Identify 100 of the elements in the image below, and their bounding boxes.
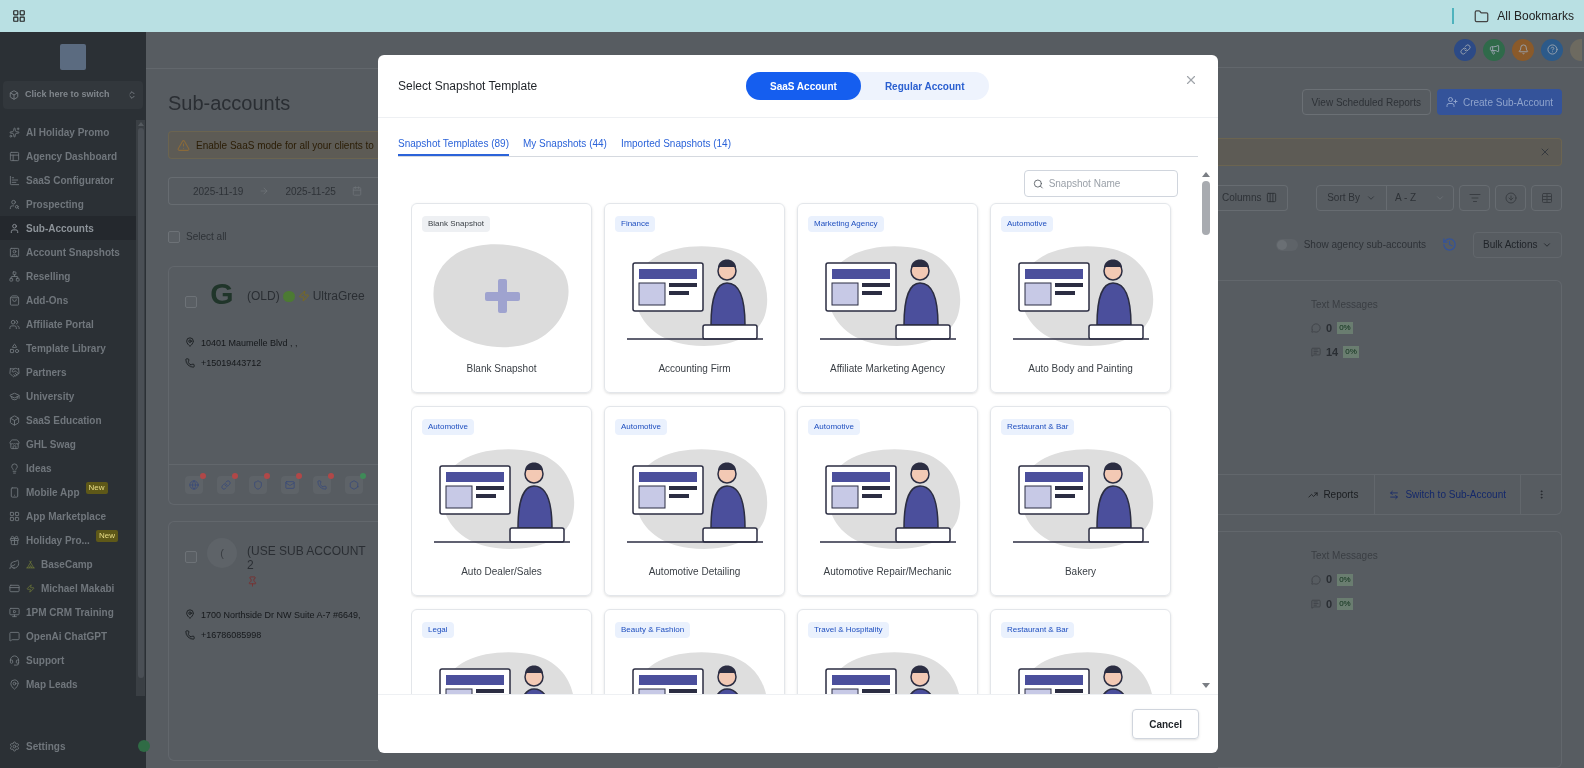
bulk-actions-dropdown[interactable]: Bulk Actions (1473, 231, 1562, 258)
integration-logo-icon (189, 479, 199, 490)
sidebar-label: Support (26, 653, 65, 668)
sidebar-item[interactable]: SaaS Configurator (0, 168, 136, 192)
sidebar-item[interactable]: Reselling (0, 264, 136, 288)
category-tag: Restaurant & Bar (1001, 622, 1075, 638)
integration-logo-icon (285, 479, 295, 490)
sidebar-item[interactable]: App Marketplace (0, 504, 136, 528)
sidebar-item[interactable]: Partners (0, 360, 136, 384)
collapse-handle[interactable] (138, 740, 150, 752)
bell-icon[interactable] (1512, 38, 1534, 61)
bag-icon (9, 294, 20, 306)
template-card[interactable]: Automotive Automotive Repair/Mechanic (797, 406, 978, 596)
category-tag: Beauty & Fashion (615, 622, 691, 638)
account-phone: +15019443712 (201, 356, 262, 370)
sidebar-label: Map Leads (26, 677, 78, 692)
card-icon (9, 582, 20, 594)
template-card[interactable]: Travel & Hospitality (797, 609, 978, 694)
search-icon (1033, 177, 1044, 190)
users-icon (9, 318, 20, 330)
integration-icon[interactable] (281, 475, 299, 494)
cancel-button[interactable]: Cancel (1132, 709, 1199, 739)
template-card[interactable]: Restaurant & Bar (990, 609, 1171, 694)
template-title: Automotive Repair/Mechanic (823, 565, 952, 579)
bookmarks-label[interactable]: All Bookmarks (1497, 7, 1574, 25)
sidebar-item[interactable]: Michael Makabi (0, 576, 136, 600)
template-card[interactable]: Finance Accounting Firm (604, 203, 785, 393)
apps-icon[interactable] (12, 9, 26, 23)
sidebar-item[interactable]: Map Leads (0, 672, 136, 696)
sidebar-item[interactable]: 1PM CRM Training (0, 600, 136, 624)
search-input[interactable]: Snapshot Name (1048, 176, 1169, 191)
sidebar-item[interactable]: SaaS Education (0, 408, 136, 432)
category-tag: Restaurant & Bar (1001, 419, 1075, 435)
integration-icon[interactable] (249, 475, 267, 494)
sidebar-item[interactable]: Ideas (0, 456, 136, 480)
template-card[interactable]: Marketing Agency Affiliate Marketing Agency (797, 203, 978, 393)
sidebar-item[interactable]: AI Holiday Promo (0, 120, 136, 144)
template-card[interactable]: Automotive Automotive Detailing (604, 406, 785, 596)
sidebar-item[interactable]: Mobile App New (0, 480, 136, 504)
sidebar-item[interactable]: GHL Swag (0, 432, 136, 456)
template-card[interactable]: Blank Snapshot Blank Snapshot (411, 203, 592, 393)
pin-icon (247, 576, 258, 587)
account-type-option[interactable]: SaaS Account (746, 72, 861, 100)
template-card[interactable]: Automotive Auto Dealer/Sales (411, 406, 592, 596)
toolbar-glyph-icon (1546, 44, 1558, 56)
sidebar-label: Agency Dashboard (26, 149, 118, 164)
sidebar-item[interactable]: Support (0, 648, 136, 672)
sidebar-item[interactable]: Sub-Accounts (0, 216, 136, 240)
template-title: Auto Body and Painting (1028, 362, 1133, 376)
table-icon (1540, 191, 1553, 204)
sidebar-item[interactable]: University (0, 384, 136, 408)
integration-icon[interactable] (217, 475, 235, 494)
sidebar-item[interactable]: Account Snapshots (0, 240, 136, 264)
sidebar-item[interactable]: Add-Ons (0, 288, 136, 312)
template-card[interactable]: Legal (411, 609, 592, 694)
history-icon[interactable] (1442, 237, 1457, 253)
snapshot-tab[interactable]: Snapshot Templates (89) (398, 136, 509, 156)
snapshot-tab[interactable]: My Snapshots (44) (523, 136, 607, 156)
category-tag: Automotive (808, 419, 861, 435)
sidebar-item[interactable]: Template Library (0, 336, 136, 360)
sidebar-item[interactable]: Prospecting (0, 192, 136, 216)
template-card[interactable]: Restaurant & Bar Bakery (990, 406, 1171, 596)
switch-icon (9, 90, 19, 100)
search-field[interactable]: Snapshot Name (1024, 170, 1178, 197)
integration-icon[interactable] (345, 475, 363, 494)
sidebar-item[interactable]: BaseCamp (0, 552, 136, 576)
new-badge: New (85, 482, 108, 494)
headset-icon (9, 654, 20, 666)
template-card[interactable]: Automotive Auto Body and Painting (990, 203, 1171, 393)
help-icon[interactable] (1541, 38, 1563, 61)
updown-icon (127, 90, 137, 100)
account-type-option[interactable]: Regular Account (860, 72, 989, 100)
close-icon[interactable] (1184, 73, 1198, 87)
integration-icon[interactable] (185, 475, 203, 494)
sidebar-item[interactable]: OpenAi ChatGPT (0, 624, 136, 648)
template-card[interactable]: Beauty & Fashion (604, 609, 785, 694)
link-icon[interactable] (1454, 38, 1476, 61)
table-view-button[interactable] (1531, 184, 1562, 211)
sidebar-item[interactable]: Holiday Pro... New (0, 528, 136, 552)
sidebar-item[interactable]: Affiliate Portal (0, 312, 136, 336)
graduation-cap-icon (9, 390, 20, 402)
account-switcher[interactable]: Click here to switch (3, 81, 143, 109)
settings-link[interactable]: Settings (26, 739, 66, 754)
create-sub-account-button[interactable]: Create Sub-Account (1436, 89, 1562, 116)
integration-logo-icon (317, 479, 327, 490)
integration-icon[interactable] (313, 475, 331, 494)
sidebar-label: Prospecting (26, 197, 84, 212)
reports-button[interactable]: Reports (1292, 475, 1376, 515)
download-button[interactable] (1495, 184, 1526, 211)
switch-account-button[interactable]: Switch to Sub-Account (1375, 475, 1521, 515)
filter-button[interactable] (1459, 184, 1490, 211)
megaphone-icon[interactable] (1483, 38, 1505, 61)
sidebar-label: SaaS Education (26, 413, 102, 428)
lightning-icon (26, 583, 35, 593)
snapshot-tab[interactable]: Imported Snapshots (14) (620, 136, 731, 156)
sidebar-item[interactable]: Agency Dashboard (0, 144, 136, 168)
box-icon (9, 414, 20, 426)
account-avatar: ( (207, 538, 237, 568)
chart-icon (9, 174, 20, 186)
dashboard-icon (9, 150, 20, 162)
